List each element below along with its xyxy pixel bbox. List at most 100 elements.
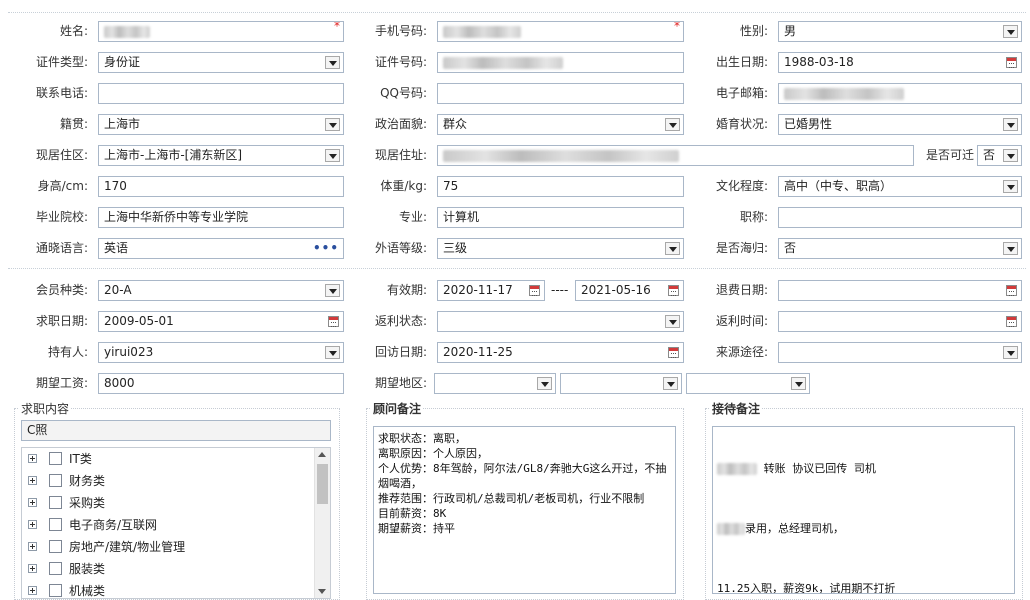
chevron-down-icon[interactable] bbox=[665, 242, 680, 255]
chevron-down-icon[interactable] bbox=[325, 346, 340, 359]
language-value: 英语 bbox=[104, 241, 129, 255]
source-select[interactable] bbox=[778, 342, 1022, 363]
calendar-icon[interactable] bbox=[328, 316, 339, 327]
calendar-icon[interactable] bbox=[668, 347, 679, 358]
job-filter-field[interactable]: C照 bbox=[21, 420, 331, 441]
more-options-icon[interactable]: ••• bbox=[313, 239, 339, 258]
chevron-down-icon[interactable] bbox=[1003, 242, 1018, 255]
region-select[interactable]: 上海市-上海市-[浦东新区] bbox=[98, 145, 344, 166]
calendar-icon[interactable] bbox=[1006, 316, 1017, 327]
checkbox[interactable] bbox=[49, 540, 62, 553]
height-field[interactable]: 170 bbox=[98, 176, 344, 197]
chevron-down-icon[interactable] bbox=[325, 284, 340, 297]
rebate-time-field[interactable] bbox=[778, 311, 1022, 332]
apply-date-field[interactable]: 2009-05-01 bbox=[98, 311, 344, 332]
expand-icon[interactable] bbox=[28, 454, 37, 463]
visit-date-field[interactable]: 2020-11-25 bbox=[437, 342, 684, 363]
birth-date-field[interactable]: 1988-03-18 bbox=[778, 52, 1022, 73]
expand-icon[interactable] bbox=[28, 476, 37, 485]
calendar-icon[interactable] bbox=[1006, 285, 1017, 296]
language-field[interactable]: 英语 ••• bbox=[98, 238, 344, 259]
expand-icon[interactable] bbox=[28, 498, 37, 507]
validity-separator: ---- bbox=[551, 283, 569, 297]
idno-field[interactable] bbox=[437, 52, 684, 73]
address-label: 现居住址: bbox=[374, 148, 427, 162]
tree-scrollbar[interactable] bbox=[314, 448, 330, 598]
chevron-down-icon[interactable] bbox=[665, 315, 680, 328]
holder-select[interactable]: yirui023 bbox=[98, 342, 344, 363]
phone-label: 手机号码: bbox=[374, 24, 427, 38]
calendar-icon[interactable] bbox=[668, 285, 679, 296]
area-district-select[interactable] bbox=[686, 373, 810, 394]
gender-select[interactable]: 男 bbox=[778, 21, 1022, 42]
relocate-select[interactable]: 否 bbox=[977, 145, 1022, 166]
checkbox[interactable] bbox=[49, 518, 62, 531]
salary-field[interactable]: 8000 bbox=[98, 373, 344, 394]
expand-icon[interactable] bbox=[28, 586, 37, 595]
reception-notes-textarea[interactable]: 转账 协议已回传 司机 录用，总经理司机， 11.25入职，薪资9k，试用期不打… bbox=[712, 426, 1015, 594]
chevron-down-icon[interactable] bbox=[1003, 180, 1018, 193]
checkbox[interactable] bbox=[49, 474, 62, 487]
chevron-down-icon[interactable] bbox=[325, 56, 340, 69]
height-label: 身高/cm: bbox=[37, 179, 88, 193]
tree-item-label: 服装类 bbox=[69, 562, 106, 576]
chevron-down-icon[interactable] bbox=[791, 377, 806, 390]
political-select[interactable]: 群众 bbox=[437, 114, 684, 135]
rebate-status-label: 返利状态: bbox=[374, 314, 427, 328]
chevron-down-icon[interactable] bbox=[325, 118, 340, 131]
calendar-icon[interactable] bbox=[1006, 57, 1017, 68]
phone-field[interactable] bbox=[437, 21, 684, 42]
rebate-status-select[interactable] bbox=[437, 311, 684, 332]
expand-icon[interactable] bbox=[28, 520, 37, 529]
major-value: 计算机 bbox=[443, 210, 480, 224]
chevron-down-icon[interactable] bbox=[1003, 118, 1018, 131]
overseas-select[interactable]: 否 bbox=[778, 238, 1022, 259]
weight-value: 75 bbox=[443, 179, 459, 193]
redacted-name bbox=[104, 25, 150, 38]
apply-date-value: 2009-05-01 bbox=[104, 314, 174, 328]
validity-from-field[interactable]: 2020-11-17 bbox=[437, 280, 545, 301]
chevron-down-icon[interactable] bbox=[665, 118, 680, 131]
idtype-select[interactable]: 身份证 bbox=[98, 52, 344, 73]
expand-icon[interactable] bbox=[28, 564, 37, 573]
chevron-down-icon[interactable] bbox=[1003, 346, 1018, 359]
chevron-down-icon[interactable] bbox=[1003, 25, 1018, 38]
refund-date-field[interactable] bbox=[778, 280, 1022, 301]
chevron-down-icon[interactable] bbox=[537, 377, 552, 390]
checkbox[interactable] bbox=[49, 496, 62, 509]
political-value: 群众 bbox=[443, 117, 468, 131]
region-value: 上海市-上海市-[浦东新区] bbox=[104, 148, 243, 162]
scroll-thumb[interactable] bbox=[317, 464, 328, 504]
title-field[interactable] bbox=[778, 207, 1022, 228]
scroll-up-icon[interactable] bbox=[318, 452, 326, 457]
name-field[interactable] bbox=[98, 21, 344, 42]
school-field[interactable]: 上海中华新侨中等专业学院 bbox=[98, 207, 344, 228]
chevron-down-icon[interactable] bbox=[325, 149, 340, 162]
language-level-select[interactable]: 三级 bbox=[437, 238, 684, 259]
chevron-down-icon[interactable] bbox=[1003, 149, 1018, 162]
holder-value: yirui023 bbox=[104, 345, 154, 359]
native-select[interactable]: 上海市 bbox=[98, 114, 344, 135]
area-city-select[interactable] bbox=[560, 373, 682, 394]
scroll-down-icon[interactable] bbox=[318, 589, 326, 594]
email-label: 电子邮箱: bbox=[715, 86, 768, 100]
area-province-select[interactable] bbox=[434, 373, 556, 394]
weight-field[interactable]: 75 bbox=[437, 176, 684, 197]
education-select[interactable]: 高中（中专、职高） bbox=[778, 176, 1022, 197]
consultant-notes-textarea[interactable]: 求职状态：离职， 离职原因：个人原因， 个人优势：8年驾龄，阿尔法/GL8/奔驰… bbox=[373, 426, 676, 594]
email-field[interactable] bbox=[778, 83, 1022, 104]
tel-field[interactable] bbox=[98, 83, 344, 104]
expand-icon[interactable] bbox=[28, 542, 37, 551]
major-field[interactable]: 计算机 bbox=[437, 207, 684, 228]
checkbox[interactable] bbox=[49, 584, 62, 597]
validity-to-field[interactable]: 2021-05-16 bbox=[575, 280, 684, 301]
calendar-icon[interactable] bbox=[529, 285, 540, 296]
checkbox[interactable] bbox=[49, 452, 62, 465]
language-level-value: 三级 bbox=[443, 241, 468, 255]
marital-select[interactable]: 已婚男性 bbox=[778, 114, 1022, 135]
qq-field[interactable] bbox=[437, 83, 684, 104]
checkbox[interactable] bbox=[49, 562, 62, 575]
member-type-select[interactable]: 20-A bbox=[98, 280, 344, 301]
chevron-down-icon[interactable] bbox=[663, 377, 678, 390]
address-field[interactable] bbox=[437, 145, 914, 166]
